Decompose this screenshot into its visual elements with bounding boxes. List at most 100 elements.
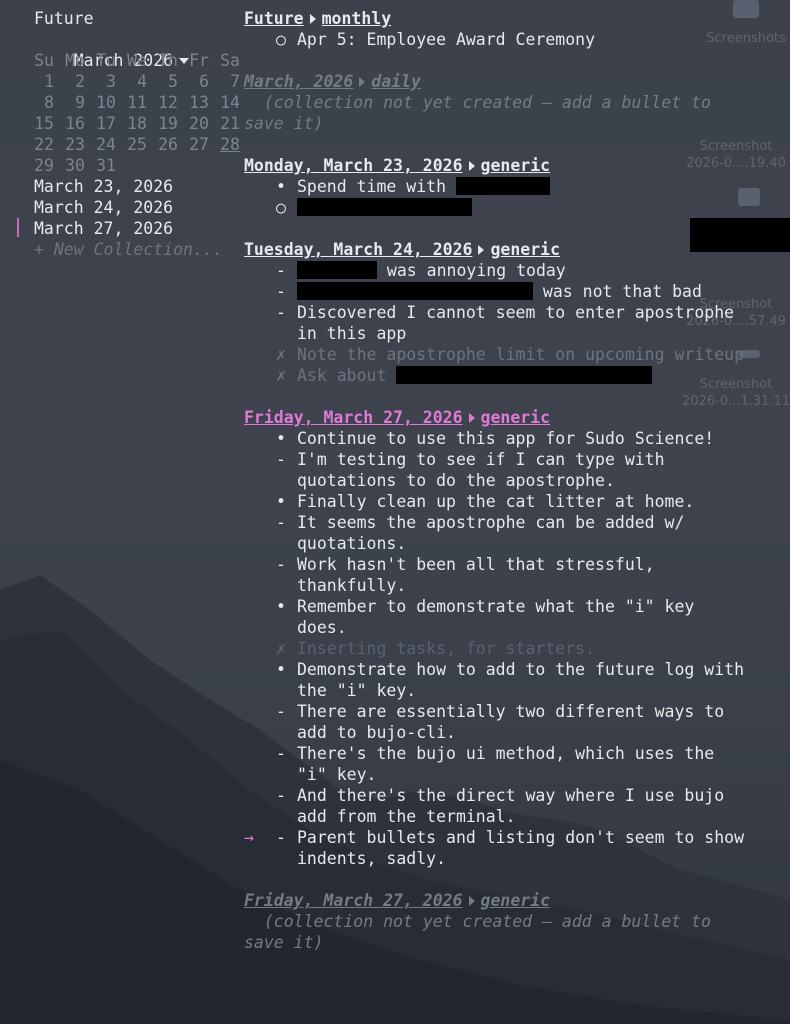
circle-bullet-icon: ○ [276,198,286,217]
collection-section: Tuesday, March 24, 2026 generic - was anno… [244,239,754,386]
triangle-right-icon [359,77,366,87]
journal-entry[interactable]: • Spend time with [244,176,754,197]
calendar-day[interactable]: 4 [116,71,147,92]
calendar-day[interactable]: 19 [147,113,178,134]
journal-entry[interactable]: - was annoying today [244,260,754,281]
calendar-day[interactable]: 2 [54,71,85,92]
calendar-day[interactable]: 12 [147,92,178,113]
entry-text: Remember to demonstrate what the "i" key… [297,596,752,638]
completed-task-entry[interactable]: ✗ Inserting tasks, for starters. [244,638,754,659]
collection-section: Friday, March 27, 2026 generic (collectio… [244,890,754,953]
collection-label: March 24, 2026 [34,198,174,217]
entry-text: Continue to use this app for Sudo Scienc… [297,428,752,449]
calendar-day[interactable]: 1 [23,71,54,92]
calendar: Su Mo Tu We Th Fr Sa 1 2 3 4 5 6 7 8 9 10 11 12 13 14 15 16 17 1… [34,50,254,176]
calendar-day[interactable]: 24 [85,134,116,155]
journal-entry[interactable]: • Finally clean up the cat litter at home… [244,491,754,512]
entry-text: Apr 5: Employee Award Ceremony [297,29,752,50]
calendar-day[interactable]: 5 [147,71,178,92]
calendar-day[interactable]: 15 [23,113,54,134]
collection-title: Friday, March 27, 2026 [244,408,463,427]
calendar-day[interactable]: 22 [23,134,54,155]
journal-entry[interactable]: → - Parent bullets and listing don't seem … [244,827,754,869]
dash-bullet-icon: - [276,261,286,280]
journal-entry[interactable]: • Demonstrate how to add to the future lo… [244,659,754,701]
calendar-day[interactable]: 18 [116,113,147,134]
calendar-day[interactable]: 11 [116,92,147,113]
calendar-day[interactable]: 7 [209,71,240,92]
dash-bullet-icon: - [276,702,286,721]
calendar-day[interactable]: 28 [209,134,240,155]
journal-entry[interactable]: - And there's the direct way where I use … [244,785,754,827]
calendar-day[interactable]: 25 [116,134,147,155]
calendar-day[interactable]: 3 [85,71,116,92]
calendar-day[interactable]: 8 [23,92,54,113]
journal-entry[interactable]: - Work hasn't been all that stressful, th… [244,554,754,596]
x-mark-icon: ✗ [276,345,286,364]
new-collection-button[interactable]: + New Collection... [34,239,254,260]
redacted-block [396,366,653,384]
journal-entry[interactable]: - There's the bujo ui method, which uses … [244,743,754,785]
journal-entry[interactable]: • Remember to demonstrate what the "i" ke… [244,596,754,638]
sidebar-collection-item[interactable]: March 23, 2026 [34,176,254,197]
calendar-day[interactable]: 6 [178,71,209,92]
journal-entry[interactable]: - was not that bad [244,281,754,302]
completed-task-entry[interactable]: ✗ Ask about [244,365,754,386]
collection-heading[interactable]: Tuesday, March 24, 2026 generic [244,239,754,260]
journal-entry[interactable]: - There are essentially two different way… [244,701,754,743]
journal-entry[interactable]: ○ [244,197,754,218]
journal-view: Future monthly ○ Apr 5: Employee Award Cere… [244,8,754,974]
collection-title: Monday, March 23, 2026 [244,156,463,175]
entry-gutter [244,302,276,344]
journal-entry[interactable]: - It seems the apostrophe can be added w/… [244,512,754,554]
entry-text-content: Work hasn't been all that stressful, tha… [297,555,665,595]
collection-heading[interactable]: March, 2026 daily [244,71,754,92]
sidebar-future-item[interactable]: Future [34,8,254,29]
calendar-week: 8 9 10 11 12 13 14 [23,92,254,113]
collection-heading[interactable]: Friday, March 27, 2026 generic [244,407,754,428]
entry-text: There are essentially two different ways… [297,701,752,743]
collection-heading[interactable]: Monday, March 23, 2026 generic [244,155,754,176]
entry-text: Spend time with [297,176,752,197]
collection-heading[interactable]: Friday, March 27, 2026 generic [244,890,754,911]
entry-text: was annoying today [297,260,752,281]
calendar-day[interactable]: 20 [178,113,209,134]
collection-type: generic [480,156,551,175]
entry-gutter [244,176,276,197]
journal-entry[interactable]: - I'm testing to see if I can type with q… [244,449,754,491]
calendar-day[interactable]: 17 [85,113,116,134]
entry-gutter [244,29,276,50]
calendar-day[interactable]: 10 [85,92,116,113]
triangle-right-icon [468,161,475,171]
triangle-right-icon [309,14,316,24]
sidebar-collection-item[interactable]: March 24, 2026 [34,197,254,218]
entry-text-content: Remember to demonstrate what the "i" key… [297,597,705,637]
weekday-header: Su Mo Tu We Th Fr Sa [23,50,254,71]
journal-entry[interactable]: • Continue to use this app for Sudo Scien… [244,428,754,449]
dash-bullet-icon: - [276,303,286,322]
entry-gutter [244,512,276,554]
calendar-day[interactable]: 9 [54,92,85,113]
calendar-day[interactable]: 26 [147,134,178,155]
calendar-day[interactable]: 30 [54,155,85,176]
calendar-day[interactable]: 23 [54,134,85,155]
calendar-day[interactable]: 21 [209,113,240,134]
calendar-day[interactable]: 13 [178,92,209,113]
collection-heading[interactable]: Future monthly [244,8,754,29]
bullet-dot-icon: • [276,597,286,616]
completed-task-entry[interactable]: ✗ Note the apostrophe limit on upcoming w… [244,344,754,365]
calendar-day[interactable]: 31 [85,155,116,176]
calendar-day[interactable]: 27 [178,134,209,155]
calendar-day[interactable]: 29 [23,155,54,176]
calendar-day[interactable]: 16 [54,113,85,134]
bullet-dot-icon: • [276,177,286,196]
calendar-day[interactable]: 14 [209,92,240,113]
journal-entry[interactable]: - Discovered I cannot seem to enter apost… [244,302,754,344]
journal-entry[interactable]: ○ Apr 5: Employee Award Ceremony [244,29,754,50]
dash-bullet-icon: - [276,786,286,805]
month-selector[interactable]: March 2026 [34,29,254,70]
sidebar-collection-item[interactable]: March 27, 2026 [17,218,254,239]
entry-text-content: Ask about [297,366,397,385]
collection-title: Tuesday, March 24, 2026 [244,240,473,259]
entry-text: And there's the direct way where I use b… [297,785,752,827]
